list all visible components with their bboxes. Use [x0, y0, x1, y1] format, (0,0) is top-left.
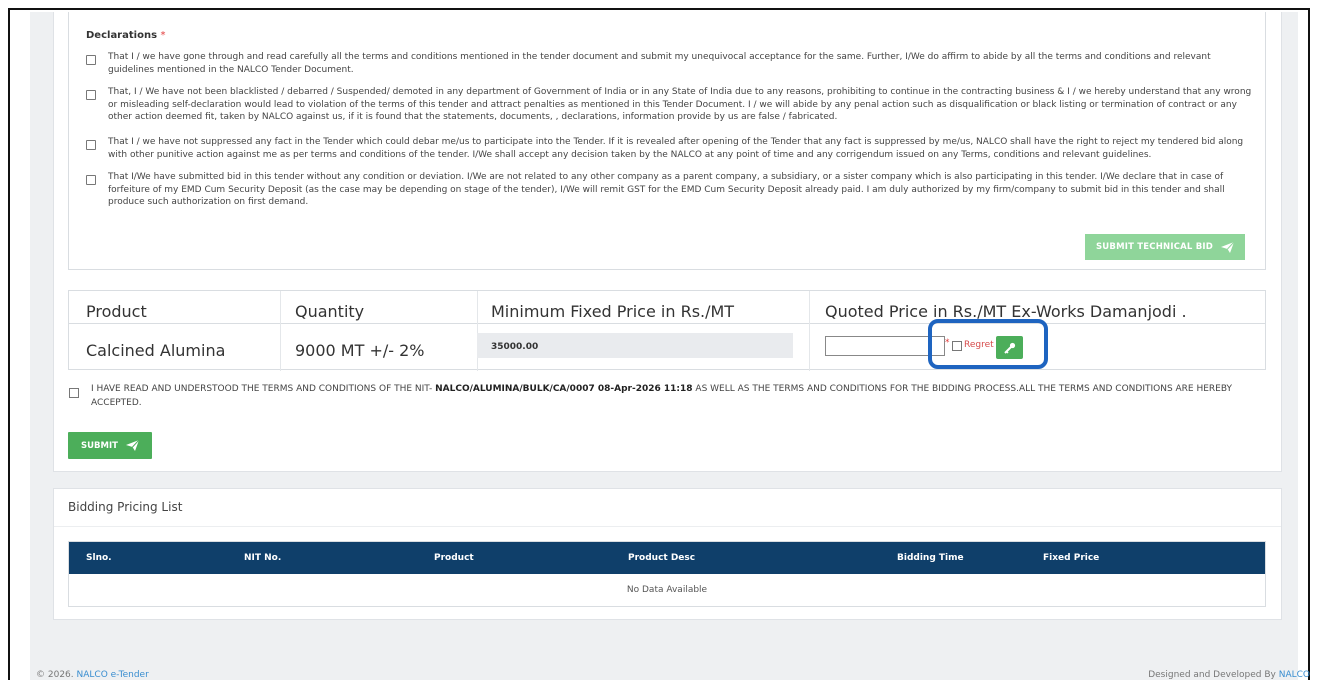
terms-agreement-text: I HAVE READ AND UNDERSTOOD THE TERMS AND… — [91, 382, 1251, 410]
declaration-checkbox[interactable] — [86, 55, 96, 65]
declaration-item: That I/We have submitted bid in this ten… — [86, 171, 1254, 211]
header-product-desc: Product Desc — [628, 553, 696, 563]
send-icon — [125, 440, 139, 451]
min-price-field: 35000.00 — [477, 333, 793, 358]
declaration-item: That I / we have gone through and read c… — [86, 51, 1254, 77]
header-product: Product — [434, 553, 474, 563]
column-divider — [477, 291, 478, 371]
header-min-price: Minimum Fixed Price in Rs./MT — [491, 302, 735, 321]
bidding-list-header-row: Slno. NIT No. Product Product Desc Biddi… — [69, 542, 1265, 574]
header-nit-no: NIT No. — [244, 553, 282, 563]
declaration-text: That, I / We have not been blacklisted /… — [108, 87, 1252, 122]
header-quantity: Quantity — [295, 302, 365, 321]
send-icon — [1221, 241, 1234, 253]
column-divider — [809, 291, 810, 371]
declarations-title: Declarations * — [86, 30, 166, 41]
declaration-item: That I / we have not suppressed any fact… — [86, 136, 1254, 162]
submit-button[interactable]: SUBMIT — [68, 432, 152, 459]
declaration-text: That I / we have not suppressed any fact… — [108, 137, 1244, 160]
header-product: Product — [86, 302, 147, 321]
header-bidding-time: Bidding Time — [897, 553, 964, 563]
declaration-text: That I/We have submitted bid in this ten… — [108, 172, 1225, 207]
declaration-text: That I / we have gone through and read c… — [108, 52, 1211, 75]
agreement-prefix: I HAVE READ AND UNDERSTOOD THE TERMS AND… — [91, 384, 433, 394]
nit-reference: NALCO/ALUMINA/BULK/CA/0007 08-Apr-2026 1… — [435, 384, 693, 394]
submit-label: SUBMIT — [81, 440, 118, 451]
terms-agreement-checkbox[interactable] — [69, 388, 79, 398]
header-fixed-price: Fixed Price — [1043, 553, 1100, 563]
required-mark: * — [160, 30, 166, 41]
credit-link[interactable]: NALCO — [1279, 670, 1310, 680]
footer-copyright: © 2026. NALCO e-Tender — [36, 670, 149, 680]
cell-quantity: 9000 MT +/- 2% — [295, 341, 425, 360]
submit-technical-bid-label: SUBMIT TECHNICAL BID — [1095, 242, 1213, 252]
credit-prefix: Designed and Developed By — [1148, 670, 1276, 680]
empty-state-text: No Data Available — [626, 585, 708, 595]
quoted-price-input[interactable] — [825, 336, 945, 356]
footer-bar — [30, 648, 1298, 680]
declaration-checkbox[interactable] — [86, 90, 96, 100]
copyright-prefix: © 2026. — [36, 670, 74, 680]
bidding-list-table: Slno. NIT No. Product Product Desc Biddi… — [68, 541, 1266, 607]
declaration-checkbox[interactable] — [86, 175, 96, 185]
divider — [54, 526, 1281, 527]
column-divider — [280, 291, 281, 371]
submit-technical-bid-button[interactable]: SUBMIT TECHNICAL BID — [1085, 234, 1245, 260]
header-slno: Slno. — [86, 553, 112, 563]
annotation-highlight — [928, 319, 1048, 369]
declaration-checkbox[interactable] — [86, 140, 96, 150]
bidding-list-title: Bidding Pricing List — [68, 500, 183, 514]
declarations-title-text: Declarations — [86, 30, 158, 41]
footer-credit: Designed and Developed By NALCO — [1148, 670, 1310, 680]
declaration-item: That, I / We have not been blacklisted /… — [86, 86, 1254, 126]
site-link[interactable]: NALCO e-Tender — [77, 670, 149, 680]
cell-product: Calcined Alumina — [86, 341, 226, 360]
